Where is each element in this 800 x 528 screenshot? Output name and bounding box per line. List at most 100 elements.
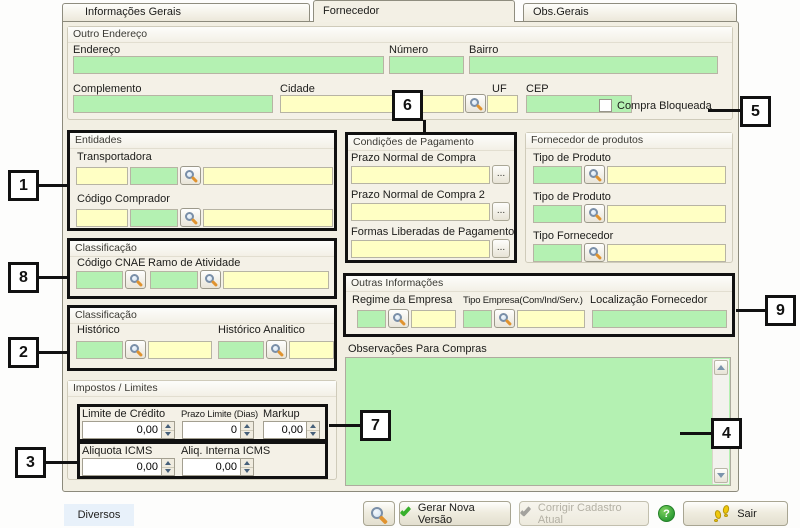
callout-9: 9 — [765, 295, 796, 326]
search-icon — [185, 170, 194, 179]
aliq-interna-icms-spinner[interactable]: 0,00 — [182, 458, 254, 476]
transportadora-label: Transportadora — [77, 151, 152, 163]
group-classificacao-historico: Classificação Histórico Histórico Analit… — [67, 305, 337, 371]
prazo-limite-spinner[interactable]: 0 — [182, 421, 254, 439]
help-button[interactable]: ? — [658, 505, 675, 522]
impostos-row1-annotation-outline: Limite de Crédito Prazo Limite (Dias) Ma… — [77, 404, 328, 442]
spinner-value: 0,00 — [83, 459, 161, 475]
aliquota-icms-spinner[interactable]: 0,00 — [82, 458, 175, 476]
tipo-empresa-search-button[interactable] — [494, 309, 515, 328]
prazo-normal-compra2-input[interactable] — [351, 203, 490, 221]
search-icon — [393, 313, 402, 322]
tipo-empresa-desc-input[interactable] — [517, 310, 585, 328]
ramo-atividade-input[interactable] — [150, 271, 198, 289]
spinner-up-icon[interactable] — [241, 422, 253, 431]
endereco-input[interactable] — [73, 56, 384, 74]
search-icon — [271, 344, 280, 353]
markup-spinner[interactable]: 0,00 — [263, 421, 320, 439]
limite-credito-spinner[interactable]: 0,00 — [82, 421, 175, 439]
tab-obs-gerais[interactable]: Obs.Gerais — [523, 3, 737, 21]
tipo-produto2-search-button[interactable] — [584, 204, 605, 223]
complemento-input[interactable] — [73, 95, 273, 113]
cidade-search-button[interactable] — [465, 94, 486, 113]
regime-empresa-search-button[interactable] — [388, 309, 409, 328]
prazo-normal-compra-ellipsis-button[interactable]: ... — [492, 165, 510, 184]
codigo-comprador-desc-input[interactable] — [203, 209, 333, 227]
tab-informacoes-gerais[interactable]: Informações Gerais — [62, 3, 310, 21]
transportadora-code-input[interactable] — [76, 167, 128, 185]
group-title: Outras Informações — [346, 276, 732, 292]
group-title: Impostos / Limites — [68, 381, 336, 397]
bairro-input[interactable] — [469, 56, 718, 74]
ellipsis-icon: ... — [497, 205, 505, 216]
transportadora-ref-input[interactable] — [130, 167, 178, 185]
spinner-up-icon[interactable] — [162, 422, 174, 431]
tipo-fornecedor-desc-input[interactable] — [607, 244, 726, 262]
ramo-atividade-search-button[interactable] — [200, 270, 221, 289]
callout-7: 7 — [360, 410, 391, 441]
spinner-down-icon[interactable] — [241, 431, 253, 439]
localizacao-fornecedor-input[interactable] — [592, 310, 727, 328]
numero-input[interactable] — [389, 56, 464, 74]
historico-analitico-search-button[interactable] — [266, 340, 287, 359]
regime-empresa-desc-input[interactable] — [411, 310, 456, 328]
tab-label: Informações Gerais — [72, 6, 181, 18]
sair-button[interactable]: Sair — [683, 501, 788, 526]
cidade-input[interactable] — [280, 95, 464, 113]
group-title: Classificação — [70, 308, 334, 324]
spinner-down-icon[interactable] — [241, 468, 253, 476]
diversos-tab-label[interactable]: Diversos — [64, 504, 134, 526]
gerar-nova-versao-button[interactable]: Gerar Nova Versão — [399, 501, 511, 526]
callout-9-line — [736, 309, 765, 312]
search-icon — [499, 313, 508, 322]
tipo-produto1-input[interactable] — [533, 166, 582, 184]
spinner-up-icon[interactable] — [162, 459, 174, 468]
codigo-comprador-search-button[interactable] — [180, 208, 201, 227]
historico-analitico-input[interactable] — [218, 341, 264, 359]
formas-liberadas-ellipsis-button[interactable]: ... — [492, 239, 510, 258]
tipo-fornecedor-search-button[interactable] — [584, 243, 605, 262]
spinner-buttons — [240, 422, 253, 438]
spinner-up-icon[interactable] — [241, 459, 253, 468]
spinner-down-icon[interactable] — [307, 431, 319, 439]
callout-8-line — [38, 276, 67, 279]
historico-analitico-desc-input[interactable] — [289, 341, 334, 359]
search-icon — [130, 274, 139, 283]
historico-search-button[interactable] — [125, 340, 146, 359]
scroll-up-button[interactable] — [714, 360, 728, 375]
historico-input[interactable] — [76, 341, 123, 359]
tipo-produto2-desc-input[interactable] — [607, 205, 726, 223]
compra-bloqueada-checkbox[interactable] — [599, 99, 612, 112]
spinner-up-icon[interactable] — [307, 422, 319, 431]
spinner-down-icon[interactable] — [162, 468, 174, 476]
tipo-produto1-desc-input[interactable] — [607, 166, 726, 184]
tipo-produto2-input[interactable] — [533, 205, 582, 223]
observacoes-label: Observações Para Compras — [348, 343, 487, 355]
footer-search-button[interactable] — [363, 501, 395, 526]
codigo-comprador-ref-input[interactable] — [130, 209, 178, 227]
callout-7-line — [329, 424, 360, 427]
codigo-cnae-input[interactable] — [76, 271, 123, 289]
formas-liberadas-label: Formas Liberadas de Pagamento — [351, 226, 514, 238]
prazo-normal-compra-input[interactable] — [351, 166, 490, 184]
tipo-empresa-input[interactable] — [463, 310, 492, 328]
observacoes-textarea[interactable] — [345, 357, 731, 486]
transportadora-search-button[interactable] — [180, 166, 201, 185]
cep-label: CEP — [526, 83, 549, 95]
tipo-produto1-search-button[interactable] — [584, 165, 605, 184]
historico-desc-input[interactable] — [148, 341, 212, 359]
transportadora-desc-input[interactable] — [203, 167, 333, 185]
uf-input[interactable] — [487, 95, 518, 113]
codigo-cnae-search-button[interactable] — [125, 270, 146, 289]
prazo-normal-compra2-ellipsis-button[interactable]: ... — [492, 202, 510, 221]
ramo-atividade-desc-input[interactable] — [223, 271, 329, 289]
tipo-fornecedor-input[interactable] — [533, 244, 582, 262]
formas-liberadas-input[interactable] — [351, 240, 490, 258]
tab-fornecedor[interactable]: Fornecedor — [313, 0, 515, 22]
regime-empresa-input[interactable] — [357, 310, 386, 328]
spinner-down-icon[interactable] — [162, 431, 174, 439]
scroll-down-button[interactable] — [714, 468, 728, 483]
uf-label: UF — [492, 83, 507, 95]
codigo-comprador-code-input[interactable] — [76, 209, 128, 227]
tipo-produto1-label: Tipo de Produto — [533, 152, 611, 164]
